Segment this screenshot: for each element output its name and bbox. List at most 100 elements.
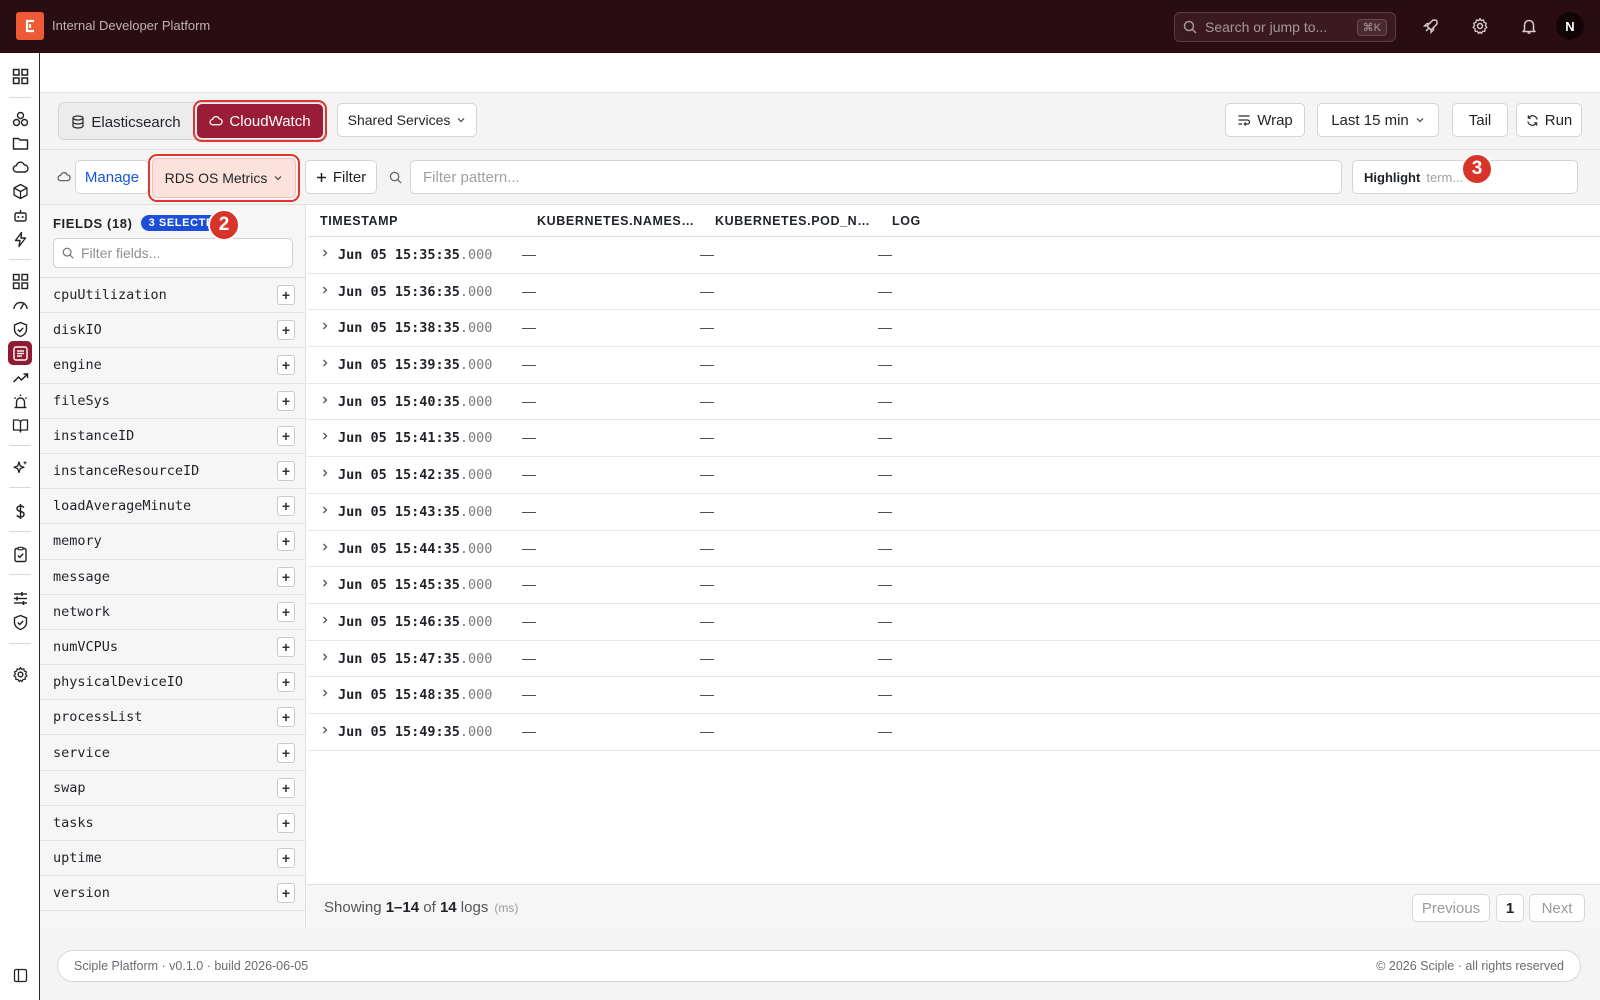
time-range-dropdown[interactable]: Last 15 min (1317, 103, 1439, 137)
previous-page-button[interactable]: Previous (1412, 894, 1490, 922)
wrap-toggle-button[interactable]: Wrap (1225, 103, 1305, 137)
rocket-icon[interactable] (1419, 14, 1443, 38)
field-item[interactable]: numVCPUs + (40, 630, 305, 666)
field-item[interactable]: tasks + (40, 806, 305, 841)
page-number-button[interactable]: 1 (1496, 894, 1524, 922)
settings-gear-icon[interactable] (8, 662, 32, 686)
chevron-right-icon[interactable] (321, 689, 329, 697)
log-row[interactable]: Jun 05 15:47:35.000 — — — (307, 641, 1600, 678)
log-row[interactable]: Jun 05 15:43:35.000 — — — (307, 494, 1600, 531)
field-item[interactable]: engine + (40, 348, 305, 384)
add-field-button[interactable]: + (277, 742, 295, 763)
tail-button[interactable]: Tail (1452, 103, 1508, 137)
gauge-icon[interactable] (8, 293, 32, 317)
chevron-right-icon[interactable] (321, 396, 329, 404)
chevron-right-icon[interactable] (321, 359, 329, 367)
log-row[interactable]: Jun 05 15:46:35.000 — — — (307, 604, 1600, 641)
shield-check-icon[interactable] (8, 317, 32, 341)
source-elasticsearch-button[interactable]: Elasticsearch (62, 105, 190, 139)
trending-up-icon[interactable] (8, 365, 32, 389)
field-item[interactable]: physicalDeviceIO + (40, 665, 305, 701)
chevron-right-icon[interactable] (321, 726, 329, 734)
log-row[interactable]: Jun 05 15:35:35.000 — — — (307, 237, 1600, 274)
run-button[interactable]: Run (1516, 103, 1582, 137)
chevron-right-icon[interactable] (321, 469, 329, 477)
field-item[interactable]: version + (40, 876, 305, 912)
chevron-right-icon[interactable] (321, 322, 329, 330)
components-icon[interactable] (8, 107, 32, 131)
log-row[interactable]: Jun 05 15:48:35.000 — — — (307, 677, 1600, 714)
fields-search-input[interactable] (81, 245, 281, 261)
sparkles-icon[interactable] (8, 455, 32, 479)
add-field-button[interactable]: + (277, 425, 295, 446)
log-group-dropdown[interactable]: RDS OS Metrics (148, 154, 300, 202)
chevron-right-icon[interactable] (321, 506, 329, 514)
field-item[interactable]: cpuUtilization + (40, 278, 305, 314)
log-row[interactable]: Jun 05 15:49:35.000 — — — (307, 714, 1600, 751)
add-field-button[interactable]: + (277, 390, 295, 411)
field-item[interactable]: fileSys + (40, 384, 305, 419)
field-item[interactable]: instanceID + (40, 419, 305, 454)
user-avatar[interactable]: N (1556, 12, 1584, 40)
source-cloudwatch-button[interactable]: CloudWatch (193, 100, 327, 142)
chevron-right-icon[interactable] (321, 653, 329, 661)
cloud-icon[interactable] (8, 155, 32, 179)
highlight-term-input[interactable] (1426, 169, 1577, 185)
add-filter-button[interactable]: Filter (305, 160, 377, 194)
log-row[interactable]: Jun 05 15:44:35.000 — — — (307, 531, 1600, 568)
chevron-right-icon[interactable] (321, 286, 329, 294)
chevron-right-icon[interactable] (321, 249, 329, 257)
clipboard-check-icon[interactable] (8, 542, 32, 566)
add-field-button[interactable]: + (277, 496, 295, 517)
add-field-button[interactable]: + (277, 848, 295, 869)
dollar-icon[interactable] (8, 499, 32, 523)
log-row[interactable]: Jun 05 15:39:35.000 — — — (307, 347, 1600, 384)
gear-icon[interactable] (1468, 14, 1492, 38)
add-field-button[interactable]: + (277, 707, 295, 728)
column-header-log[interactable]: LOG (892, 214, 972, 228)
add-field-button[interactable]: + (277, 355, 295, 376)
add-field-button[interactable]: + (277, 601, 295, 622)
add-field-button[interactable]: + (277, 531, 295, 552)
sliders-icon[interactable] (8, 586, 32, 610)
add-field-button[interactable]: + (277, 883, 295, 904)
book-icon[interactable] (8, 413, 32, 437)
field-item[interactable]: diskIO + (40, 313, 305, 349)
global-search[interactable]: Search or jump to... ⌘K (1174, 12, 1396, 42)
log-row[interactable]: Jun 05 15:45:35.000 — — — (307, 567, 1600, 604)
add-field-button[interactable]: + (277, 636, 295, 657)
log-row[interactable]: Jun 05 15:36:35.000 — — — (307, 274, 1600, 311)
chevron-right-icon[interactable] (321, 543, 329, 551)
chevron-right-icon[interactable] (321, 432, 329, 440)
chevron-right-icon[interactable] (321, 579, 329, 587)
log-row[interactable]: Jun 05 15:38:35.000 — — — (307, 310, 1600, 348)
field-item[interactable]: memory + (40, 524, 305, 560)
manage-button[interactable]: Manage (75, 160, 149, 194)
apps-grid-icon[interactable] (8, 269, 32, 293)
field-item[interactable]: service + (40, 735, 305, 771)
field-item[interactable]: processList + (40, 700, 305, 736)
platform-logo[interactable] (16, 12, 44, 40)
add-field-button[interactable]: + (277, 812, 295, 833)
field-item[interactable]: message + (40, 560, 305, 595)
fields-search[interactable] (53, 238, 293, 268)
filter-pattern-input[interactable] (410, 160, 1342, 194)
add-field-button[interactable]: + (277, 461, 295, 482)
logs-icon[interactable] (8, 341, 32, 365)
log-row[interactable]: Jun 05 15:42:35.000 — — — (307, 457, 1600, 494)
add-field-button[interactable]: + (277, 566, 295, 587)
bell-icon[interactable] (1517, 14, 1541, 38)
log-row[interactable]: Jun 05 15:41:35.000 — — — (307, 420, 1600, 458)
robot-icon[interactable] (8, 203, 32, 227)
log-row[interactable]: Jun 05 15:40:35.000 — — — (307, 384, 1600, 421)
collapse-sidebar-icon[interactable] (8, 963, 32, 987)
column-header-kubernetes-pod[interactable]: KUBERNETES.POD_N… (715, 214, 880, 228)
shield-icon[interactable] (8, 610, 32, 634)
folder-icon[interactable] (8, 131, 32, 155)
package-icon[interactable] (8, 179, 32, 203)
field-item[interactable]: swap + (40, 771, 305, 806)
lightning-icon[interactable] (8, 227, 32, 251)
field-item[interactable]: instanceResourceID + (40, 454, 305, 490)
dashboard-grid-icon[interactable] (8, 64, 32, 88)
add-field-button[interactable]: + (277, 285, 295, 306)
